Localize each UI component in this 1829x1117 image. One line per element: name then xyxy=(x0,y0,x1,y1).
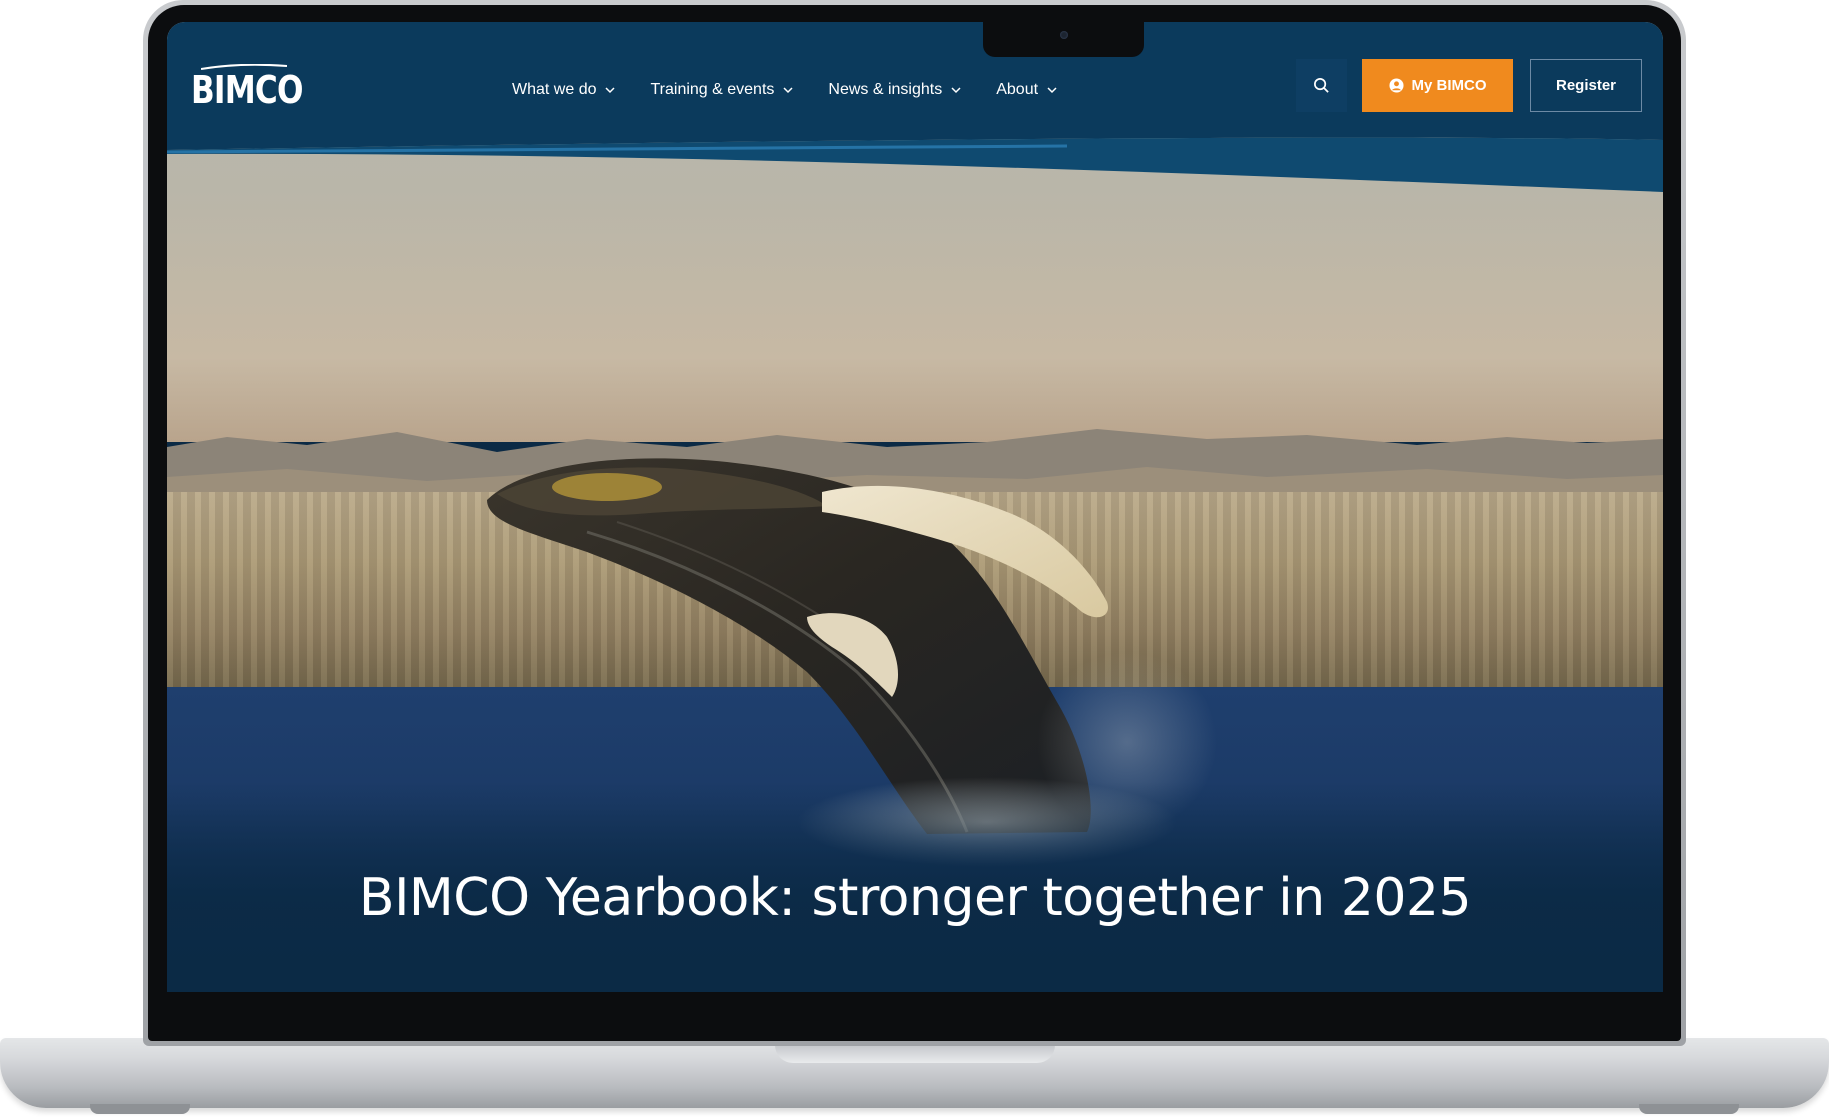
camera-notch xyxy=(983,22,1144,57)
main-nav: What we do Training & events News & insi… xyxy=(512,74,1092,106)
laptop-base xyxy=(0,1038,1829,1108)
user-circle-icon xyxy=(1388,78,1404,93)
my-bimco-label: My BIMCO xyxy=(1411,77,1487,94)
laptop-foot-left xyxy=(90,1104,190,1114)
my-bimco-button[interactable]: My BIMCO xyxy=(1362,59,1513,112)
nav-item-training-events[interactable]: Training & events xyxy=(650,74,793,106)
register-button[interactable]: Register xyxy=(1530,59,1642,112)
nav-item-label: Training & events xyxy=(650,81,775,98)
nav-item-label: What we do xyxy=(512,81,597,98)
browser-screen: BIMCO What we do Training & events News … xyxy=(167,22,1663,992)
nav-item-label: About xyxy=(996,81,1039,98)
search-icon xyxy=(1314,78,1329,93)
laptop-foot-right xyxy=(1639,1104,1739,1114)
chevron-down-icon xyxy=(951,87,961,94)
hero-title: BIMCO Yearbook: stronger together in 202… xyxy=(358,868,1472,928)
chevron-down-icon xyxy=(605,87,616,94)
chevron-down-icon xyxy=(1047,87,1057,94)
logo-text: BIMCO xyxy=(191,68,303,112)
bimco-logo[interactable]: BIMCO xyxy=(191,58,303,114)
camera-icon xyxy=(1060,31,1068,39)
search-button[interactable] xyxy=(1296,59,1347,112)
chevron-down-icon xyxy=(783,87,793,94)
laptop-mockup: BIMCO What we do Training & events News … xyxy=(0,0,1829,1117)
nav-item-label: News & insights xyxy=(828,81,943,98)
register-label: Register xyxy=(1555,77,1617,94)
nav-item-news-insights[interactable]: News & insights xyxy=(828,74,961,106)
nav-item-what-we-do[interactable]: What we do xyxy=(512,74,616,106)
nav-item-about[interactable]: About xyxy=(996,74,1057,106)
